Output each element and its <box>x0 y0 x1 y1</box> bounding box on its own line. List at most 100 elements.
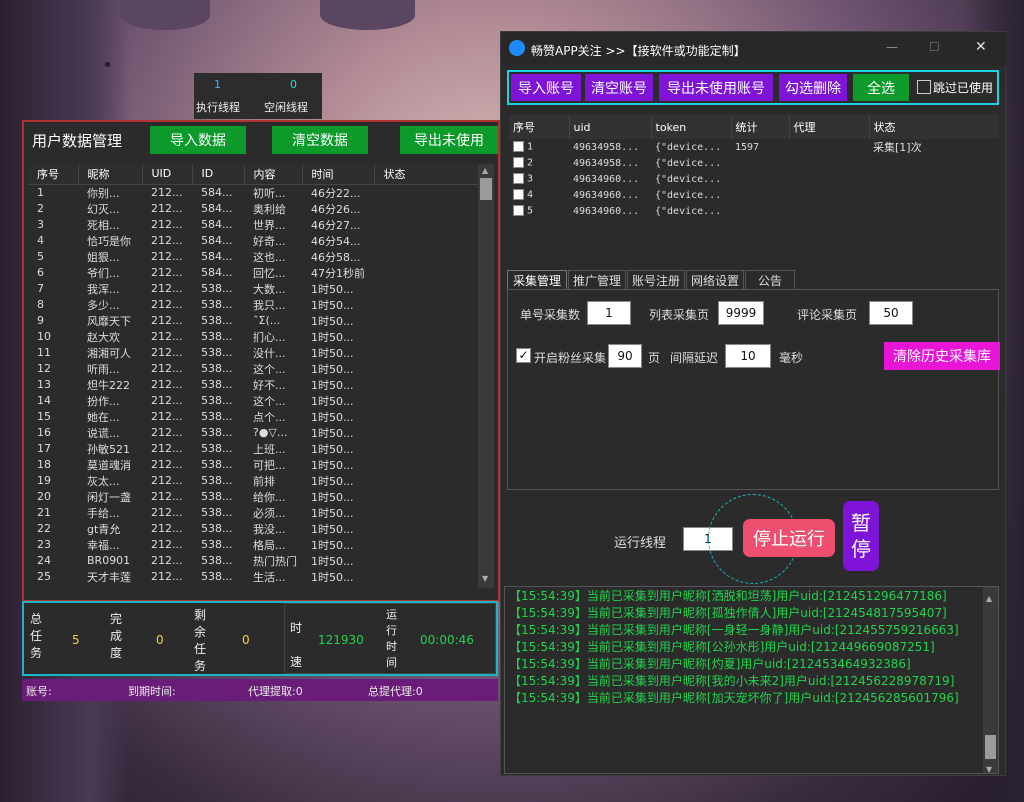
stats-panel: 总任务 5 完成度 0 剩余任务 0 时速 121930 运行时间 00:00:… <box>22 601 498 676</box>
tab-collect[interactable]: 采集管理 <box>507 270 567 290</box>
table-row[interactable]: 18 莫道魂消 212... 538... 可把... 1时50... <box>28 457 478 473</box>
table-cell: 212... <box>151 570 183 583</box>
tab-network[interactable]: 网络设置 <box>686 270 744 290</box>
column-header[interactable]: 昵称 <box>78 164 143 185</box>
pause-button[interactable]: 暂停 <box>843 501 879 571</box>
scrollbar-thumb[interactable] <box>985 735 996 759</box>
column-header[interactable]: 状态 <box>374 164 478 185</box>
column-header[interactable]: ID <box>192 164 245 185</box>
tab-promotion[interactable]: 推广管理 <box>568 270 626 290</box>
table-cell: {"device... <box>655 173 722 185</box>
table-row[interactable]: 16 说谎... 212... 538... ?●▽... 1时50... <box>28 425 478 441</box>
table-row[interactable]: 8 多少... 212... 538... 我只... 1时50... <box>28 297 478 313</box>
row-checkbox[interactable] <box>513 141 524 153</box>
table-row[interactable]: 3 49634960... {"device... <box>509 171 999 187</box>
delete-checked-button[interactable]: 勾选删除 <box>779 74 847 101</box>
table-row[interactable]: 12 听雨... 212... 538... 这个... 1时50... <box>28 361 478 377</box>
clear-history-button[interactable]: 清除历史采集库 <box>884 342 1000 370</box>
table-cell <box>374 361 478 377</box>
scroll-up-icon[interactable]: ▲ <box>482 166 488 175</box>
table-row[interactable]: 22 gt青允 212... 538... 我没... 1时50... <box>28 521 478 537</box>
list-pages-input[interactable]: 9999 <box>718 301 764 325</box>
table-row[interactable]: 25 天才丰莲 212... 538... 生活... 1时50... <box>28 569 478 585</box>
table-row[interactable]: 1 49634958... {"device... 1597 采集[1]次 <box>509 139 999 155</box>
account-status: 账号: <box>26 685 52 698</box>
column-header[interactable]: 统计 <box>731 115 790 139</box>
column-header[interactable]: UID <box>142 164 193 185</box>
table-row[interactable]: 1 你别... 212... 584... 初听... 46分22... <box>28 184 478 201</box>
import-data-button[interactable]: 导入数据 <box>150 126 246 154</box>
column-header[interactable]: uid <box>569 115 652 139</box>
table-cell: 212... <box>151 474 183 487</box>
table-row[interactable]: 5 49634960... {"device... <box>509 203 999 219</box>
stop-run-button[interactable]: 停止运行 <box>743 519 835 557</box>
column-header[interactable]: token <box>651 115 732 139</box>
scroll-down-icon[interactable]: ▼ <box>482 574 488 583</box>
export-unused-account-button[interactable]: 导出未使用账号 <box>659 74 773 101</box>
table-cell: 538... <box>201 458 233 471</box>
table-row[interactable]: 15 她在... 212... 538... 点个... 1时50... <box>28 409 478 425</box>
import-account-button[interactable]: 导入账号 <box>511 74 581 101</box>
table-cell: 3 <box>509 171 569 187</box>
row-checkbox[interactable] <box>513 205 524 217</box>
column-header[interactable]: 状态 <box>869 115 999 139</box>
table-cell: 212... <box>151 506 183 519</box>
table-row[interactable]: 4 恰巧是你 212... 584... 好奇... 46分54... <box>28 233 478 249</box>
single-count-input[interactable]: 1 <box>587 301 631 325</box>
scrollbar-thumb[interactable] <box>480 178 492 200</box>
table-row[interactable]: 24 BR0901 212... 538... 热门热门 1时50... <box>28 553 478 569</box>
table-row[interactable]: 9 风靡天下 212... 538... ˆΣ(... 1时50... <box>28 313 478 329</box>
background-mole <box>105 62 110 67</box>
clear-data-button[interactable]: 清空数据 <box>272 126 368 154</box>
table-row[interactable]: 13 炟牛222 212... 538... 好不... 1时50... <box>28 377 478 393</box>
scroll-up-icon[interactable]: ▲ <box>986 590 992 607</box>
table-row[interactable]: 10 赵大欢 212... 538... 扪心... 1时50... <box>28 329 478 345</box>
window-title: 畅赞APP关注 >>【接软件或功能定制】 <box>531 44 746 58</box>
tab-notice[interactable]: 公告 <box>745 270 795 290</box>
table-row[interactable]: 17 孙敏521 212... 538... 上班... 1时50... <box>28 441 478 457</box>
minimize-icon[interactable]: — <box>886 40 898 54</box>
table-header: 序号 uid token 统计 代理 状态 <box>509 115 999 139</box>
table-row[interactable]: 23 幸福... 212... 538... 格局... 1时50... <box>28 537 478 553</box>
table-row[interactable]: 21 手给... 212... 538... 必须... 1时50... <box>28 505 478 521</box>
fans-collect-checkbox[interactable]: ✓ <box>516 348 531 363</box>
maximize-icon[interactable]: ☐ <box>929 40 940 54</box>
column-header[interactable]: 内容 <box>244 164 303 185</box>
row-checkbox[interactable] <box>513 173 524 185</box>
export-unused-button[interactable]: 导出未使用 <box>400 126 498 154</box>
table-row[interactable]: 11 湘湘可人 212... 538... 没什... 1时50... <box>28 345 478 361</box>
column-header[interactable]: 序号 <box>28 164 79 185</box>
table-row[interactable]: 6 爷们... 212... 584... 回忆... 47分1秒前 <box>28 265 478 281</box>
table-row[interactable]: 20 闲灯一盏 212... 538... 给你... 1时50... <box>28 489 478 505</box>
table-row[interactable]: 2 49634958... {"device... <box>509 155 999 171</box>
log-scrollbar[interactable]: ▲ ▼ <box>983 587 998 773</box>
column-header[interactable]: 代理 <box>789 115 870 139</box>
scroll-down-icon[interactable]: ▼ <box>986 761 992 773</box>
fans-pages-input[interactable]: 90 <box>608 344 642 368</box>
close-icon[interactable]: ✕ <box>975 39 987 55</box>
row-index: 5 <box>527 205 534 217</box>
tab-register[interactable]: 账号注册 <box>627 270 685 290</box>
column-header[interactable]: 序号 <box>509 115 570 139</box>
row-checkbox[interactable] <box>513 157 524 169</box>
table-row[interactable]: 19 灰太... 212... 538... 前排 1时50... <box>28 473 478 489</box>
table-row[interactable]: 2 幻灭... 212... 584... 奥利给 46分26... <box>28 201 478 217</box>
table-cell: 姐狠... <box>87 250 120 264</box>
table-row[interactable]: 7 我浑... 212... 538... 大数... 1时50... <box>28 281 478 297</box>
table-row[interactable]: 14 扮作... 212... 538... 这个... 1时50... <box>28 393 478 409</box>
row-checkbox[interactable] <box>513 189 524 201</box>
table-cell: 16 <box>37 426 51 439</box>
comment-pages-input[interactable]: 50 <box>869 301 913 325</box>
expire-status: 到期时间: <box>128 685 176 698</box>
table-cell <box>374 425 478 441</box>
table-row[interactable]: 3 死相... 212... 584... 世界... 46分27... <box>28 217 478 233</box>
table-cell <box>374 521 478 537</box>
select-all-button[interactable]: 全选 <box>853 74 909 101</box>
table-row[interactable]: 4 49634960... {"device... <box>509 187 999 203</box>
scrollbar[interactable]: ▲ ▼ <box>478 164 494 588</box>
delay-input[interactable]: 10 <box>725 344 771 368</box>
clear-account-button[interactable]: 清空账号 <box>585 74 653 101</box>
column-header[interactable]: 时间 <box>302 164 375 185</box>
table-row[interactable]: 5 姐狠... 212... 584... 这也... 46分58... <box>28 249 478 265</box>
skip-used-checkbox[interactable] <box>917 80 931 94</box>
